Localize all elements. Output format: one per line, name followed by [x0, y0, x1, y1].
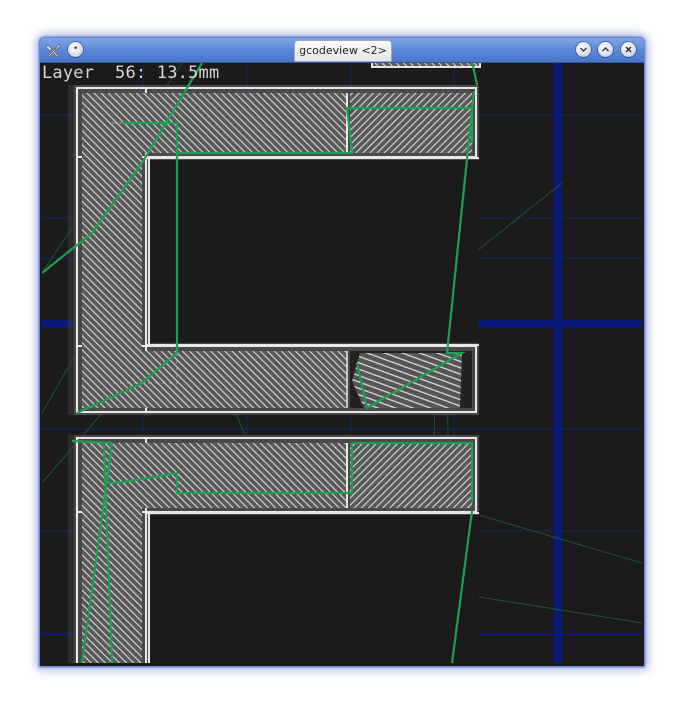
toolpath-view[interactable]: [42, 63, 642, 663]
minimize-icon[interactable]: [576, 42, 591, 57]
upper-part: [68, 85, 479, 415]
close-icon[interactable]: [621, 42, 636, 57]
maximize-icon[interactable]: [598, 42, 613, 57]
window-menu-icon[interactable]: •: [68, 42, 83, 57]
window-title: gcodeview <2>: [299, 44, 387, 57]
window-title-tab[interactable]: gcodeview <2>: [294, 40, 392, 62]
tools-icon[interactable]: [46, 42, 62, 58]
title-bar[interactable]: • gcodeview <2>: [40, 38, 644, 63]
app-window: • gcodeview <2> Layer 56: 13.5mm: [40, 38, 644, 666]
gcode-canvas[interactable]: Layer 56: 13.5mm: [42, 63, 642, 663]
top-part-edge: [371, 63, 481, 68]
layer-indicator: Layer 56: 13.5mm: [42, 63, 220, 83]
lower-part: [68, 435, 479, 663]
